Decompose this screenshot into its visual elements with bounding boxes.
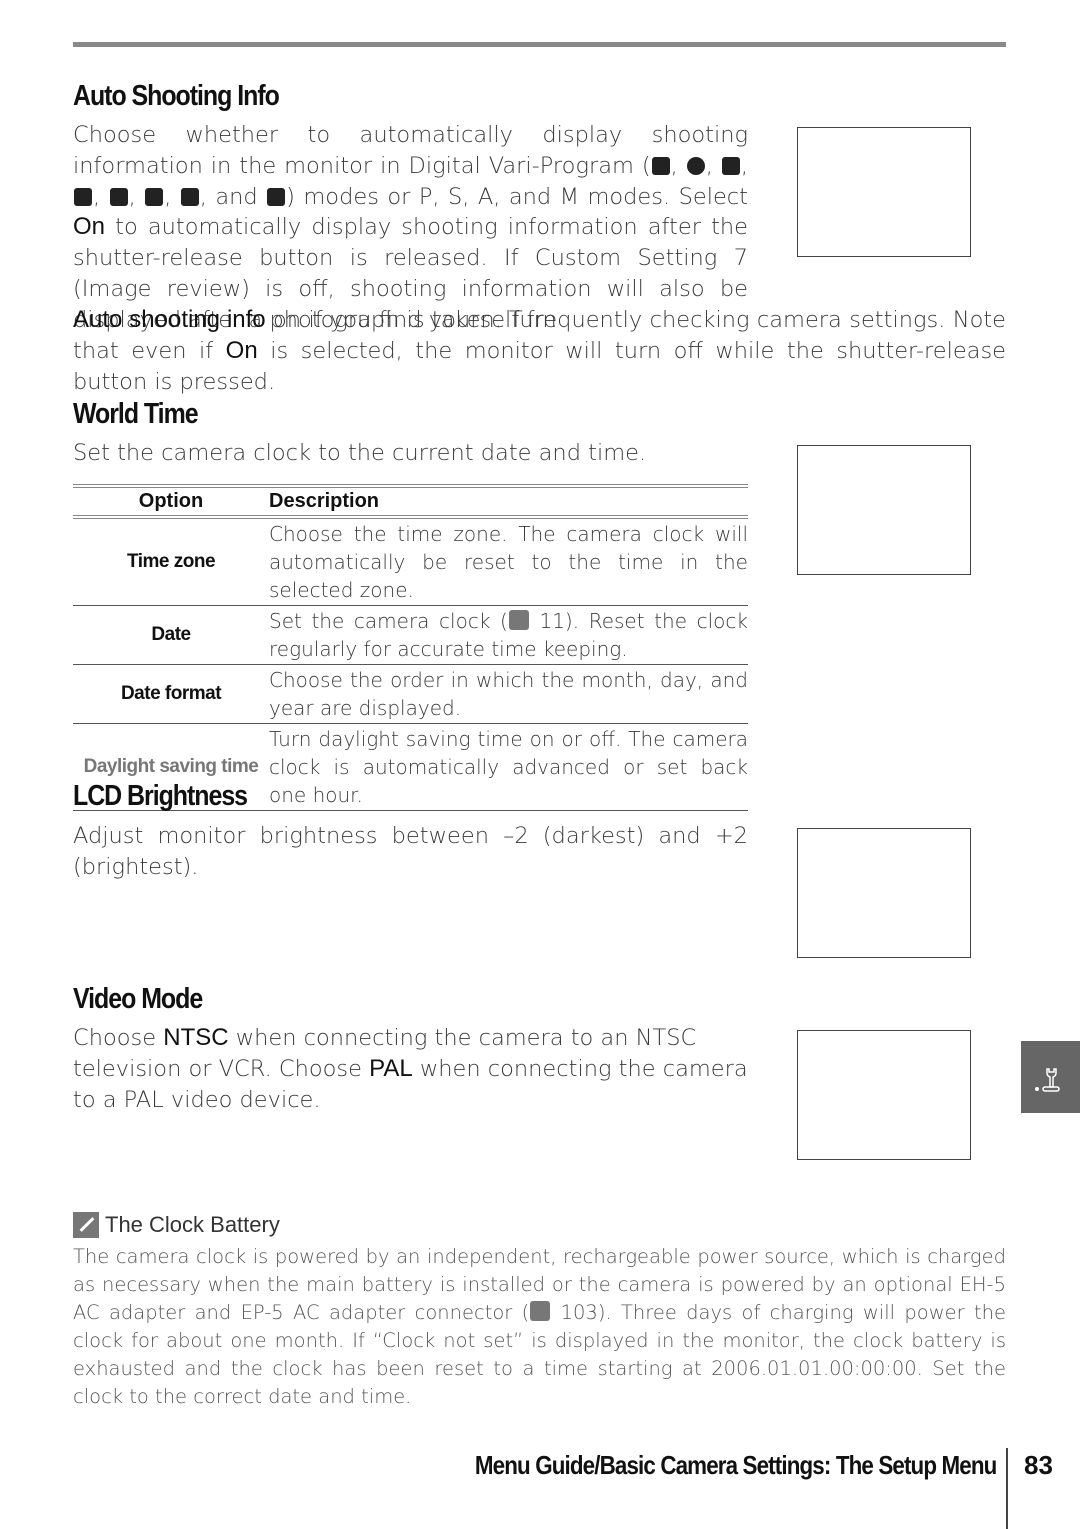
- page-reference-icon: [508, 610, 529, 630]
- heading-auto-shooting-info: Auto Shooting Info: [73, 80, 280, 112]
- sports-icon: [145, 187, 164, 206]
- portrait-icon: [721, 156, 740, 175]
- monitor-screenshot-placeholder: [797, 1030, 971, 1160]
- footer-divider: [1006, 1448, 1008, 1529]
- heading-video-mode: Video Mode: [73, 983, 203, 1015]
- monitor-screenshot-placeholder: [797, 828, 971, 958]
- auto-shooting-info-text-cont: Auto shooting info on if you find yourse…: [73, 306, 1007, 395]
- option-cell: Time zone: [126, 551, 216, 572]
- world-time-intro: Set the camera clock to the current date…: [73, 440, 647, 466]
- pencil-note-icon: [73, 1212, 99, 1238]
- landscape-icon: [74, 187, 92, 206]
- page-number: 83: [1024, 1450, 1053, 1480]
- top-rule: [73, 42, 1006, 47]
- video-mode-text: Choose NTSC when connecting the camera t…: [73, 1024, 748, 1113]
- auto-icon: [651, 156, 670, 175]
- monitor-screenshot-placeholder: [797, 127, 971, 257]
- heading-lcd-brightness: LCD Brightness: [73, 780, 248, 812]
- description-cell: Choose the time zone. The camera clock w…: [269, 522, 748, 602]
- auto-shooting-info-text: Choose whether to automatically display …: [73, 122, 748, 333]
- description-cell: Turn daylight saving time on or off. The…: [269, 727, 748, 807]
- child-icon: [109, 187, 128, 206]
- world-time-table: Option Description Time zone Choose the …: [73, 484, 748, 811]
- night-portrait-icon: [267, 187, 286, 206]
- column-header-description: Description: [269, 490, 380, 512]
- footer-section-title: Menu Guide/Basic Camera Settings: The Se…: [474, 1450, 996, 1480]
- page-reference-icon: [530, 1301, 551, 1321]
- lcd-brightness-text: Adjust monitor brightness between –2 (da…: [73, 823, 748, 880]
- setup-wrench-icon: [1035, 1068, 1060, 1092]
- note-heading: The Clock Battery: [73, 1212, 280, 1238]
- heading-world-time: World Time: [73, 398, 199, 430]
- monitor-screenshot-placeholder: [797, 445, 971, 575]
- table-row: Date Set the camera clock ( 11). Reset t…: [73, 606, 748, 665]
- description-cell: Choose the order in which the month, day…: [269, 668, 748, 720]
- table-row: Time zone Choose the time zone. The came…: [73, 517, 748, 606]
- clock-battery-note: The camera clock is powered by an indepe…: [73, 1245, 1006, 1408]
- table-row: Date format Choose the order in which th…: [73, 665, 748, 724]
- column-header-option: Option: [138, 490, 204, 512]
- option-cell: Date: [151, 624, 191, 645]
- setup-menu-side-tab: [1021, 1041, 1080, 1113]
- flash-off-icon: [686, 156, 705, 175]
- description-cell: Set the camera clock ( 11). Reset the cl…: [269, 609, 748, 661]
- close-up-icon: [180, 187, 199, 206]
- option-cell: Date format: [120, 683, 222, 704]
